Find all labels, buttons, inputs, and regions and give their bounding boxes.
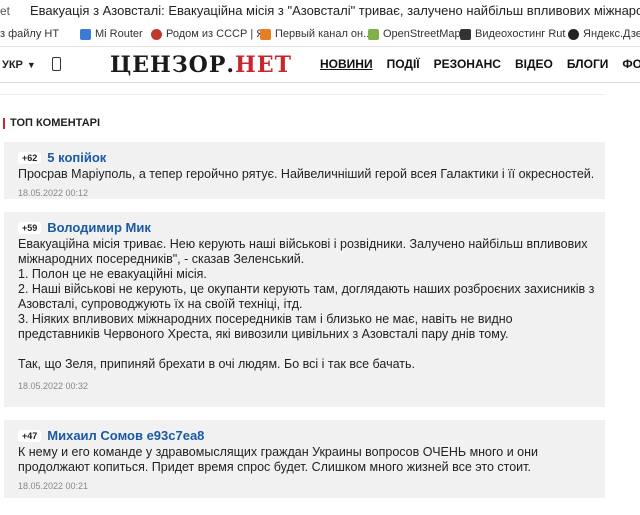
bookmark-item[interactable]: з файлу НТ (0, 28, 59, 40)
site-icon (151, 28, 162, 40)
bookmarks-bar: з файлу НТ Mi Router Родом из СССР | Я П… (0, 24, 640, 47)
nav-news[interactable]: НОВИНИ (320, 57, 373, 71)
comment-card: +47 Михаил Сомов е93с7еа8 К нему и его к… (4, 420, 605, 498)
comment-score[interactable]: +59 (18, 221, 42, 234)
bookmark-item[interactable]: OpenStreetMap (368, 28, 461, 40)
bookmark-label: Яндекс.Дзен (583, 28, 640, 40)
logo-text: ЦЕНЗОР. (110, 52, 236, 78)
nav-events[interactable]: ПОДІЇ (387, 57, 420, 71)
previous-tab[interactable]: et (0, 4, 10, 18)
comment-date: 18.05.2022 00:12 (18, 188, 89, 198)
comment-score[interactable]: +47 (18, 429, 42, 442)
language-selector[interactable]: УКР ▼ (2, 59, 36, 71)
bookmark-item[interactable]: Первый канал он... (260, 28, 372, 40)
browser-tab-strip: et Евакуація з Азовсталі: Евакуаційна мі… (0, 0, 640, 24)
router-icon (80, 28, 91, 40)
bookmark-label: OpenStreetMap (383, 28, 461, 40)
bookmark-item[interactable]: Видеохостинг Rut (460, 28, 565, 40)
bookmark-item[interactable]: Mi Router (80, 28, 143, 40)
site-header: УКР ▼ ЦЕНЗОР.НЕТ НОВИНИ ПОДІЇ РЕЗОНАНС ВІ… (0, 47, 640, 83)
bookmark-label: з файлу НТ (0, 28, 60, 40)
nav-forum[interactable]: ФОРУМ (622, 57, 640, 71)
video-icon (460, 28, 471, 40)
bookmark-label: Родом из СССР | Я (166, 28, 265, 40)
bookmark-label: Первый канал он... (275, 28, 373, 40)
bookmark-item[interactable]: Родом из СССР | Я (151, 28, 264, 40)
comment-card: +59 Володимир Мик Евакуаційна місія трив… (4, 212, 605, 407)
main-nav: НОВИНИ ПОДІЇ РЕЗОНАНС ВІДЕО БЛОГИ ФОРУМ (320, 57, 640, 71)
logo-accent: НЕТ (235, 52, 292, 78)
comment-date: 18.05.2022 00:32 (18, 381, 89, 391)
nav-blogs[interactable]: БЛОГИ (567, 57, 609, 71)
bookmark-label: Видеохостинг Rut (475, 28, 566, 40)
dzen-icon (568, 28, 579, 40)
comment-author[interactable]: Володимир Мик (47, 220, 151, 235)
bookmark-label: Mi Router (95, 28, 143, 40)
comment-card: +62 5 копійок Просрав Маріуполь, а тепер… (4, 142, 605, 199)
channel-icon (260, 28, 271, 40)
site-logo[interactable]: ЦЕНЗОР.НЕТ (110, 52, 292, 78)
divider (0, 94, 605, 95)
section-title: ТОП КОМЕНТАРІ (3, 118, 100, 129)
comment-text: Евакуаційна місія триває. Нею керують на… (18, 237, 595, 371)
comment-text: К нему и его команде у здравомыслящих гр… (18, 445, 539, 474)
comment-author[interactable]: Михаил Сомов е93с7еа8 (47, 428, 204, 443)
active-tab-title[interactable]: Евакуація з Азовсталі: Евакуаційна місія… (30, 3, 640, 18)
chevron-down-icon: ▼ (26, 60, 36, 70)
language-label: УКР (2, 59, 23, 71)
bookmark-item[interactable]: Яндекс.Дзен (568, 28, 640, 40)
comment-author[interactable]: 5 копійок (47, 150, 106, 165)
comment-text: Просрав Маріуполь, а тепер геройчно ряту… (18, 167, 595, 181)
nav-video[interactable]: ВІДЕО (515, 57, 553, 71)
comment-date: 18.05.2022 00:21 (18, 481, 89, 491)
comment-score[interactable]: +62 (18, 151, 42, 164)
map-icon (368, 28, 379, 40)
mobile-icon[interactable] (52, 57, 61, 71)
nav-resonance[interactable]: РЕЗОНАНС (434, 57, 501, 71)
